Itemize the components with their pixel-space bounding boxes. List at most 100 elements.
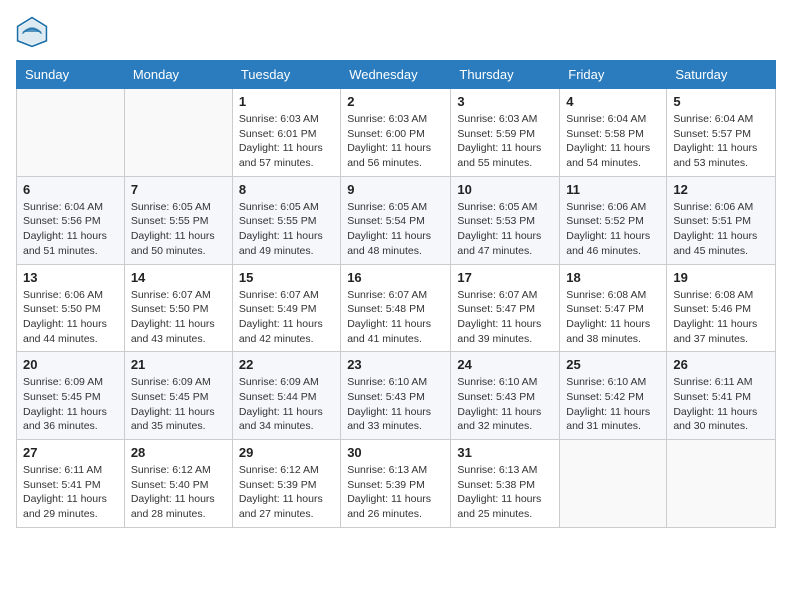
cell-info: Sunrise: 6:06 AM Sunset: 5:51 PM Dayligh… — [673, 200, 769, 259]
cell-info: Sunrise: 6:10 AM Sunset: 5:42 PM Dayligh… — [566, 375, 660, 434]
logo-icon — [16, 16, 48, 48]
calendar-cell: 11 Sunrise: 6:06 AM Sunset: 5:52 PM Dayli… — [560, 176, 667, 264]
cell-info: Sunrise: 6:03 AM Sunset: 6:01 PM Dayligh… — [239, 112, 334, 171]
cell-info: Sunrise: 6:11 AM Sunset: 5:41 PM Dayligh… — [23, 463, 118, 522]
day-number: 29 — [239, 445, 334, 460]
day-header-sunday: Sunday — [17, 61, 125, 89]
logo — [16, 16, 52, 48]
cell-info: Sunrise: 6:05 AM Sunset: 5:55 PM Dayligh… — [131, 200, 226, 259]
calendar-cell: 2 Sunrise: 6:03 AM Sunset: 6:00 PM Daylig… — [341, 89, 451, 177]
cell-info: Sunrise: 6:07 AM Sunset: 5:49 PM Dayligh… — [239, 288, 334, 347]
calendar-cell: 10 Sunrise: 6:05 AM Sunset: 5:53 PM Dayli… — [451, 176, 560, 264]
day-number: 24 — [457, 357, 553, 372]
day-number: 21 — [131, 357, 226, 372]
day-header-saturday: Saturday — [667, 61, 776, 89]
cell-info: Sunrise: 6:06 AM Sunset: 5:50 PM Dayligh… — [23, 288, 118, 347]
calendar-cell: 23 Sunrise: 6:10 AM Sunset: 5:43 PM Dayli… — [341, 352, 451, 440]
calendar-cell: 20 Sunrise: 6:09 AM Sunset: 5:45 PM Dayli… — [17, 352, 125, 440]
calendar-cell: 14Sunrise: 6:07 AM Sunset: 5:50 PM Dayli… — [124, 264, 232, 352]
day-number: 27 — [23, 445, 118, 460]
day-header-monday: Monday — [124, 61, 232, 89]
cell-info: Sunrise: 6:09 AM Sunset: 5:44 PM Dayligh… — [239, 375, 334, 434]
cell-info: Sunrise: 6:09 AM Sunset: 5:45 PM Dayligh… — [131, 375, 226, 434]
cell-info: Sunrise: 6:13 AM Sunset: 5:39 PM Dayligh… — [347, 463, 444, 522]
calendar-week-3: 13 Sunrise: 6:06 AM Sunset: 5:50 PM Dayli… — [17, 264, 776, 352]
calendar-cell: 9 Sunrise: 6:05 AM Sunset: 5:54 PM Daylig… — [341, 176, 451, 264]
cell-info: Sunrise: 6:10 AM Sunset: 5:43 PM Dayligh… — [347, 375, 444, 434]
day-number: 23 — [347, 357, 444, 372]
day-number: 30 — [347, 445, 444, 460]
cell-info: Sunrise: 6:06 AM Sunset: 5:52 PM Dayligh… — [566, 200, 660, 259]
cell-info: Sunrise: 6:04 AM Sunset: 5:56 PM Dayligh… — [23, 200, 118, 259]
calendar-cell: 13 Sunrise: 6:06 AM Sunset: 5:50 PM Dayli… — [17, 264, 125, 352]
day-number: 4 — [566, 94, 660, 109]
calendar-cell: 21 Sunrise: 6:09 AM Sunset: 5:45 PM Dayli… — [124, 352, 232, 440]
day-number: 15 — [239, 270, 334, 285]
day-number: 11 — [566, 182, 660, 197]
calendar-cell: 8 Sunrise: 6:05 AM Sunset: 5:55 PM Daylig… — [232, 176, 340, 264]
day-number: 16 — [347, 270, 444, 285]
calendar-cell: 28 Sunrise: 6:12 AM Sunset: 5:40 PM Dayli… — [124, 440, 232, 528]
calendar-cell: 24 Sunrise: 6:10 AM Sunset: 5:43 PM Dayli… — [451, 352, 560, 440]
day-number: 18 — [566, 270, 660, 285]
day-number: 1 — [239, 94, 334, 109]
day-header-tuesday: Tuesday — [232, 61, 340, 89]
cell-info: Sunrise: 6:07 AM Sunset: 5:50 PM Dayligh… — [131, 288, 226, 347]
cell-info: Sunrise: 6:04 AM Sunset: 5:58 PM Dayligh… — [566, 112, 660, 171]
day-number: 9 — [347, 182, 444, 197]
cell-info: Sunrise: 6:04 AM Sunset: 5:57 PM Dayligh… — [673, 112, 769, 171]
calendar-cell: 3Sunrise: 6:03 AM Sunset: 5:59 PM Daylig… — [451, 89, 560, 177]
cell-info: Sunrise: 6:12 AM Sunset: 5:40 PM Dayligh… — [131, 463, 226, 522]
cell-info: Sunrise: 6:12 AM Sunset: 5:39 PM Dayligh… — [239, 463, 334, 522]
day-number: 20 — [23, 357, 118, 372]
calendar-week-2: 6 Sunrise: 6:04 AM Sunset: 5:56 PM Daylig… — [17, 176, 776, 264]
calendar-cell — [17, 89, 125, 177]
cell-info: Sunrise: 6:03 AM Sunset: 6:00 PM Dayligh… — [347, 112, 444, 171]
calendar-cell: 4 Sunrise: 6:04 AM Sunset: 5:58 PM Daylig… — [560, 89, 667, 177]
calendar-cell — [560, 440, 667, 528]
day-number: 25 — [566, 357, 660, 372]
day-header-thursday: Thursday — [451, 61, 560, 89]
cell-info: Sunrise: 6:13 AM Sunset: 5:38 PM Dayligh… — [457, 463, 553, 522]
calendar-table: SundayMondayTuesdayWednesdayThursdayFrid… — [16, 60, 776, 528]
day-number: 13 — [23, 270, 118, 285]
calendar-cell — [667, 440, 776, 528]
cell-info: Sunrise: 6:11 AM Sunset: 5:41 PM Dayligh… — [673, 375, 769, 434]
day-number: 8 — [239, 182, 334, 197]
cell-info: Sunrise: 6:05 AM Sunset: 5:53 PM Dayligh… — [457, 200, 553, 259]
day-number: 5 — [673, 94, 769, 109]
calendar-cell: 31Sunrise: 6:13 AM Sunset: 5:38 PM Dayli… — [451, 440, 560, 528]
calendar-cell: 18 Sunrise: 6:08 AM Sunset: 5:47 PM Dayli… — [560, 264, 667, 352]
cell-info: Sunrise: 6:05 AM Sunset: 5:55 PM Dayligh… — [239, 200, 334, 259]
calendar-cell: 19 Sunrise: 6:08 AM Sunset: 5:46 PM Dayli… — [667, 264, 776, 352]
cell-info: Sunrise: 6:08 AM Sunset: 5:47 PM Dayligh… — [566, 288, 660, 347]
day-number: 19 — [673, 270, 769, 285]
calendar-cell: 12 Sunrise: 6:06 AM Sunset: 5:51 PM Dayli… — [667, 176, 776, 264]
cell-info: Sunrise: 6:07 AM Sunset: 5:48 PM Dayligh… — [347, 288, 444, 347]
day-number: 28 — [131, 445, 226, 460]
day-number: 6 — [23, 182, 118, 197]
calendar-cell: 29 Sunrise: 6:12 AM Sunset: 5:39 PM Dayli… — [232, 440, 340, 528]
day-number: 17 — [457, 270, 553, 285]
day-number: 2 — [347, 94, 444, 109]
cell-info: Sunrise: 6:10 AM Sunset: 5:43 PM Dayligh… — [457, 375, 553, 434]
calendar-cell: 7Sunrise: 6:05 AM Sunset: 5:55 PM Daylig… — [124, 176, 232, 264]
calendar-cell — [124, 89, 232, 177]
cell-info: Sunrise: 6:09 AM Sunset: 5:45 PM Dayligh… — [23, 375, 118, 434]
calendar-cell: 16 Sunrise: 6:07 AM Sunset: 5:48 PM Dayli… — [341, 264, 451, 352]
calendar-cell: 27 Sunrise: 6:11 AM Sunset: 5:41 PM Dayli… — [17, 440, 125, 528]
calendar-cell: 15 Sunrise: 6:07 AM Sunset: 5:49 PM Dayli… — [232, 264, 340, 352]
calendar-week-1: 1 Sunrise: 6:03 AM Sunset: 6:01 PM Daylig… — [17, 89, 776, 177]
day-header-friday: Friday — [560, 61, 667, 89]
calendar-cell: 26Sunrise: 6:11 AM Sunset: 5:41 PM Dayli… — [667, 352, 776, 440]
day-number: 12 — [673, 182, 769, 197]
cell-info: Sunrise: 6:05 AM Sunset: 5:54 PM Dayligh… — [347, 200, 444, 259]
day-number: 22 — [239, 357, 334, 372]
cell-info: Sunrise: 6:08 AM Sunset: 5:46 PM Dayligh… — [673, 288, 769, 347]
day-number: 10 — [457, 182, 553, 197]
calendar-week-5: 27 Sunrise: 6:11 AM Sunset: 5:41 PM Dayli… — [17, 440, 776, 528]
calendar-cell: 25 Sunrise: 6:10 AM Sunset: 5:42 PM Dayli… — [560, 352, 667, 440]
calendar-header: SundayMondayTuesdayWednesdayThursdayFrid… — [17, 61, 776, 89]
calendar-cell: 22 Sunrise: 6:09 AM Sunset: 5:44 PM Dayli… — [232, 352, 340, 440]
cell-info: Sunrise: 6:03 AM Sunset: 5:59 PM Dayligh… — [457, 112, 553, 171]
